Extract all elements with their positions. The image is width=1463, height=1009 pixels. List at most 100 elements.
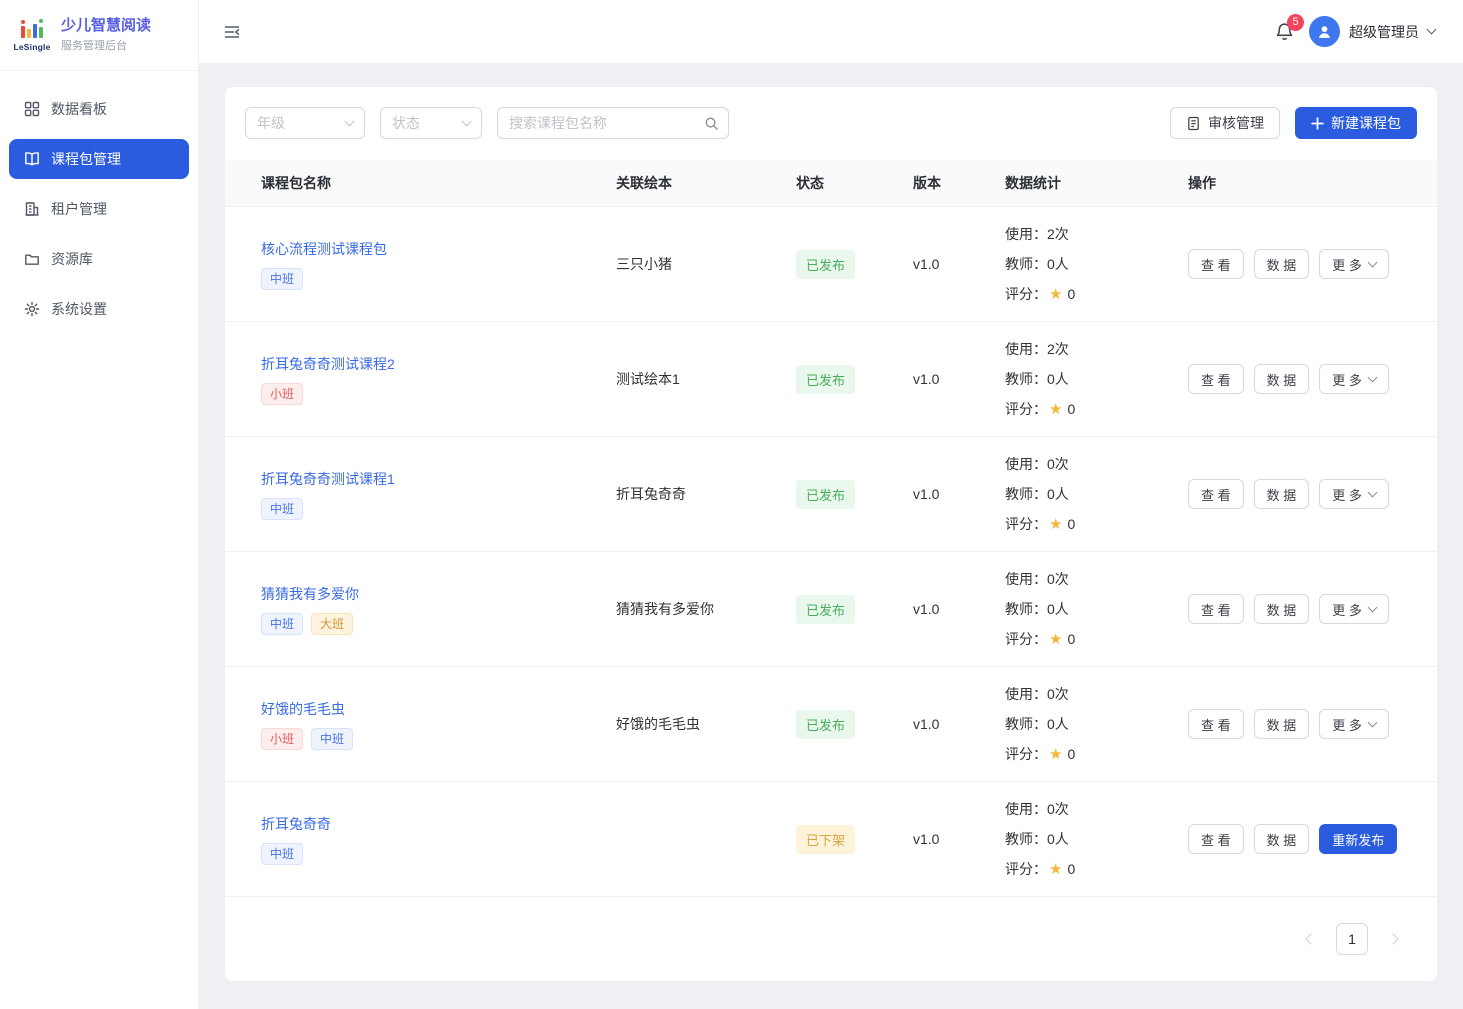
audit-icon xyxy=(1186,116,1201,131)
more-button[interactable]: 更 多 xyxy=(1319,709,1389,739)
view-button[interactable]: 查 看 xyxy=(1188,709,1244,739)
more-button[interactable]: 更 多 xyxy=(1319,479,1389,509)
stat-teachers: 教师：0人 xyxy=(1005,594,1172,624)
more-button[interactable]: 更 多 xyxy=(1319,249,1389,279)
cell-actions: 查 看 数 据 更 多 xyxy=(1172,249,1437,279)
view-button[interactable]: 查 看 xyxy=(1188,824,1244,854)
view-button[interactable]: 查 看 xyxy=(1188,594,1244,624)
package-name-link[interactable]: 核心流程测试课程包 xyxy=(261,239,387,259)
data-button[interactable]: 数 据 xyxy=(1254,249,1310,279)
package-name-link[interactable]: 折耳兔奇奇测试课程2 xyxy=(261,354,395,374)
user-menu[interactable]: 超级管理员 xyxy=(1309,16,1435,47)
stat-teachers: 教师：0人 xyxy=(1005,709,1172,739)
notification-badge: 5 xyxy=(1287,14,1304,31)
package-name-link[interactable]: 猜猜我有多爱你 xyxy=(261,584,359,604)
app-subtitle: 服务管理后台 xyxy=(61,37,151,53)
app-root: LeSingle 少儿智慧阅读 服务管理后台 数据看板 课程包管理 xyxy=(0,0,1463,1009)
sidebar-item-tenants[interactable]: 租户管理 xyxy=(9,189,189,229)
data-button[interactable]: 数 据 xyxy=(1254,824,1310,854)
package-name-link[interactable]: 折耳兔奇奇测试课程1 xyxy=(261,469,395,489)
brand-name: LeSingle xyxy=(13,42,50,52)
more-button-label: 更 多 xyxy=(1332,600,1362,619)
stat-teachers: 教师：0人 xyxy=(1005,479,1172,509)
sidebar-item-dashboard[interactable]: 数据看板 xyxy=(9,89,189,129)
filter-toolbar: 年级 状态 xyxy=(225,107,1437,160)
review-management-button[interactable]: 审核管理 xyxy=(1170,107,1280,139)
row-tags: 小班中班 xyxy=(261,728,600,750)
cell-related-book: 测试绘本1 xyxy=(600,369,780,389)
cell-version: v1.0 xyxy=(897,256,989,272)
view-button[interactable]: 查 看 xyxy=(1188,364,1244,394)
cell-version: v1.0 xyxy=(897,486,989,502)
row-tags: 中班大班 xyxy=(261,613,600,635)
more-button-label: 更 多 xyxy=(1332,715,1362,734)
view-button[interactable]: 查 看 xyxy=(1188,249,1244,279)
sidebar-collapse-icon[interactable] xyxy=(223,23,241,41)
grade-select-placeholder: 年级 xyxy=(257,113,285,133)
cell-status: 已发布 xyxy=(780,250,897,279)
row-tags: 中班 xyxy=(261,498,600,520)
dashboard-icon xyxy=(24,101,40,117)
stat-usage: 使用：2次 xyxy=(1005,219,1172,249)
chevron-down-icon xyxy=(1367,372,1377,382)
prev-page-button[interactable] xyxy=(1295,923,1327,955)
topbar: 5 超级管理员 xyxy=(199,0,1463,63)
next-page-button[interactable] xyxy=(1377,923,1409,955)
table-header: 课程包名称 关联绘本 状态 版本 数据统计 操作 xyxy=(225,160,1437,207)
page-1-button[interactable]: 1 xyxy=(1336,923,1368,955)
course-package-card: 年级 状态 xyxy=(225,87,1437,981)
rating-label: 评分： xyxy=(1005,286,1047,302)
row-tags: 中班 xyxy=(261,268,600,290)
republish-button[interactable]: 重新发布 xyxy=(1319,824,1397,854)
open-book-icon xyxy=(24,151,40,167)
create-package-button[interactable]: 新建课程包 xyxy=(1295,107,1417,139)
grade-tag: 中班 xyxy=(261,613,303,635)
review-button-label: 审核管理 xyxy=(1208,113,1264,133)
more-button[interactable]: 更 多 xyxy=(1319,594,1389,624)
package-name-link[interactable]: 好饿的毛毛虫 xyxy=(261,699,345,719)
cell-version: v1.0 xyxy=(897,371,989,387)
stat-rating: 评分：★0 xyxy=(1005,509,1172,540)
package-name-link[interactable]: 折耳兔奇奇 xyxy=(261,814,331,834)
stat-rating: 评分：★0 xyxy=(1005,279,1172,310)
status-select[interactable]: 状态 xyxy=(380,107,482,139)
cell-package-name: 折耳兔奇奇测试课程1 中班 xyxy=(225,469,600,520)
grade-tag: 中班 xyxy=(311,728,353,750)
data-button[interactable]: 数 据 xyxy=(1254,594,1310,624)
sidebar-item-resources[interactable]: 资源库 xyxy=(9,239,189,279)
folder-icon xyxy=(24,251,40,267)
notification-bell-icon[interactable]: 5 xyxy=(1275,22,1294,41)
cell-stats: 使用：0次 教师：0人 评分：★0 xyxy=(989,679,1172,770)
star-icon: ★ xyxy=(1049,286,1062,303)
star-icon: ★ xyxy=(1049,861,1062,878)
stat-usage: 使用：2次 xyxy=(1005,334,1172,364)
table-row: 折耳兔奇奇测试课程2 小班 测试绘本1 已发布 v1.0 使用：2次 教师：0人… xyxy=(225,322,1437,437)
search-input[interactable] xyxy=(498,115,694,131)
status-badge: 已下架 xyxy=(796,825,855,854)
sidebar-item-course-packages[interactable]: 课程包管理 xyxy=(9,139,189,179)
grade-select[interactable]: 年级 xyxy=(245,107,365,139)
sidebar-item-label: 系统设置 xyxy=(51,299,107,319)
cell-status: 已发布 xyxy=(780,595,897,624)
view-button[interactable]: 查 看 xyxy=(1188,479,1244,509)
column-header-stats: 数据统计 xyxy=(989,173,1172,193)
rating-label: 评分： xyxy=(1005,631,1047,647)
rating-label: 评分： xyxy=(1005,746,1047,762)
cell-stats: 使用：2次 教师：0人 评分：★0 xyxy=(989,219,1172,310)
data-button[interactable]: 数 据 xyxy=(1254,709,1310,739)
stat-rating: 评分：★0 xyxy=(1005,624,1172,655)
stat-teachers: 教师：0人 xyxy=(1005,824,1172,854)
search-icon[interactable] xyxy=(694,108,728,138)
chevron-right-icon xyxy=(1387,933,1398,944)
cell-status: 已发布 xyxy=(780,365,897,394)
cell-related-book: 三只小猪 xyxy=(600,254,780,274)
sidebar-item-label: 资源库 xyxy=(51,249,93,269)
data-button[interactable]: 数 据 xyxy=(1254,364,1310,394)
data-button[interactable]: 数 据 xyxy=(1254,479,1310,509)
sidebar-item-settings[interactable]: 系统设置 xyxy=(9,289,189,329)
column-header-book: 关联绘本 xyxy=(600,173,780,193)
more-button[interactable]: 更 多 xyxy=(1319,364,1389,394)
main-area: 5 超级管理员 年级 xyxy=(199,0,1463,1009)
table-body: 核心流程测试课程包 中班 三只小猪 已发布 v1.0 使用：2次 教师：0人 评… xyxy=(225,207,1437,897)
topbar-right: 5 超级管理员 xyxy=(1275,16,1435,47)
